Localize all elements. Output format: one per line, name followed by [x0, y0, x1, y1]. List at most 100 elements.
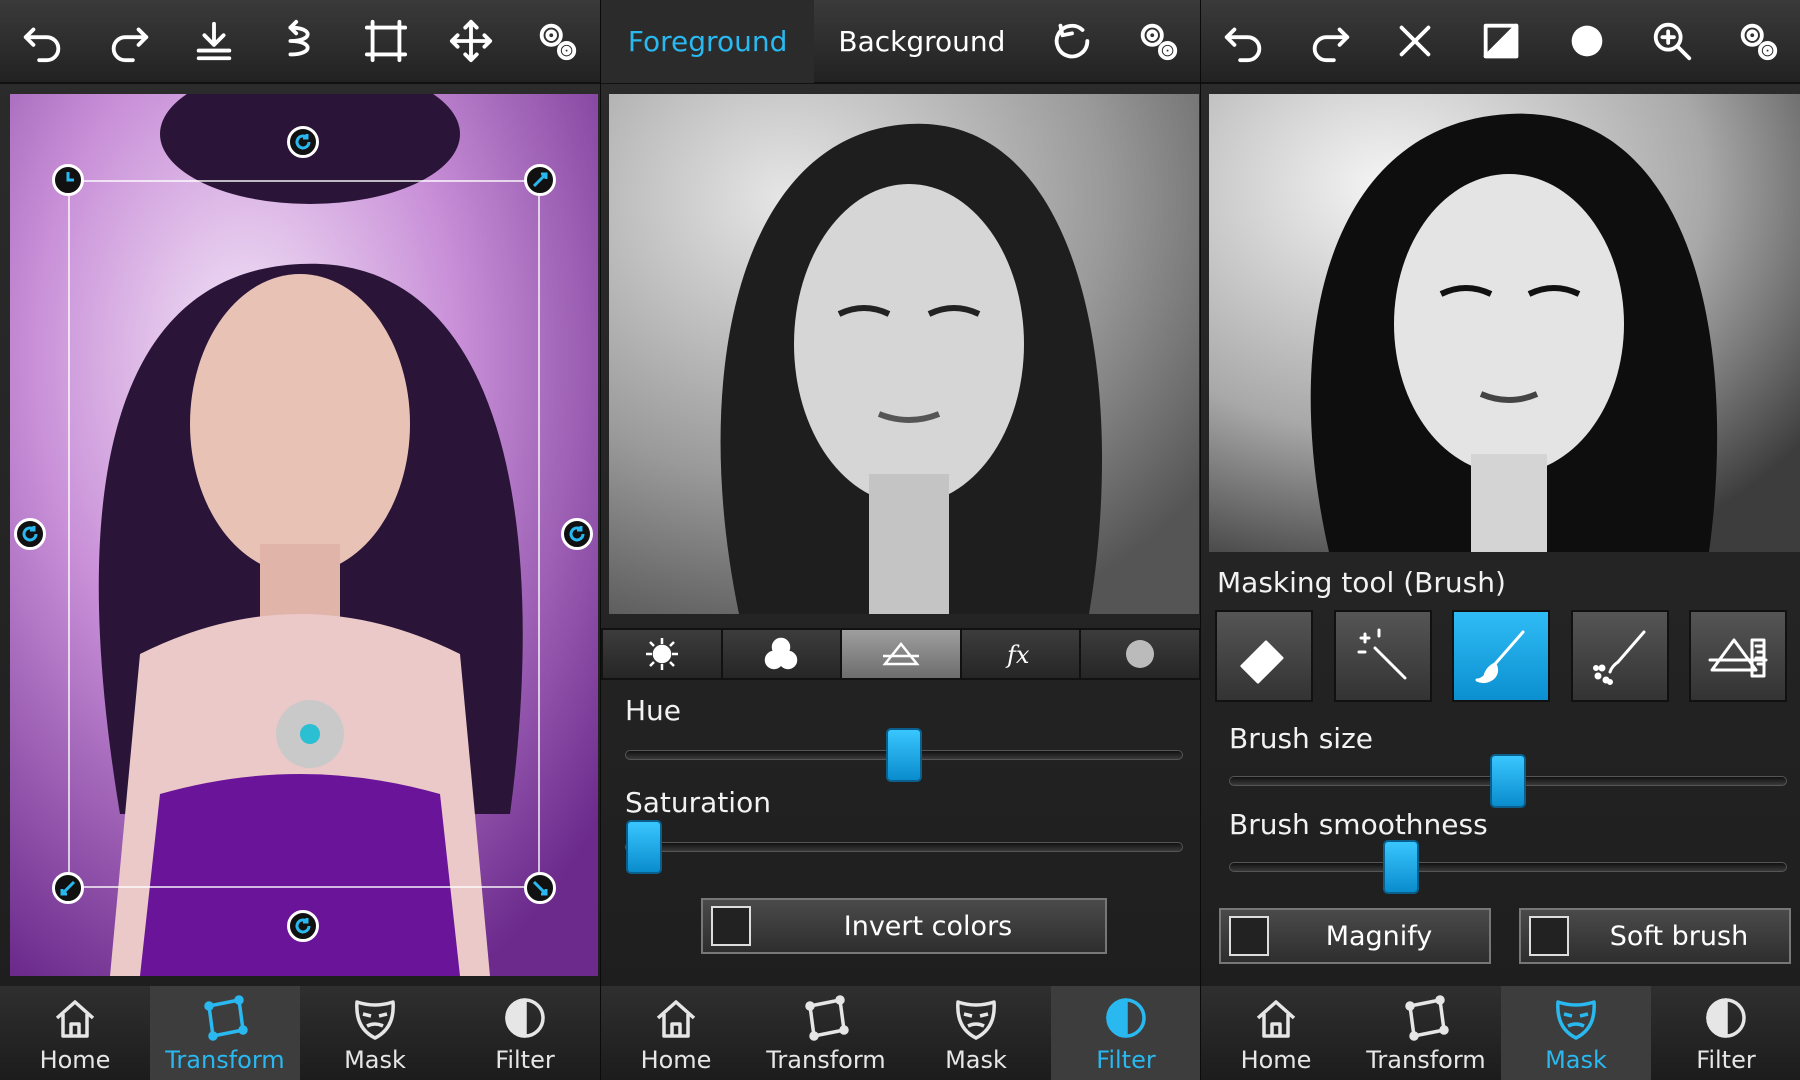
flip-icon [288, 19, 310, 57]
gradient-tool[interactable] [1689, 610, 1787, 702]
settings-icon [1740, 23, 1778, 61]
corner-handle-bottom-left[interactable] [52, 872, 84, 904]
rotate-icon [295, 918, 311, 934]
nav-mask[interactable]: Mask [901, 986, 1051, 1080]
tab-color[interactable] [723, 630, 843, 678]
fx-icon: fx [1005, 641, 1030, 669]
tab-foreground[interactable]: Foreground [601, 0, 815, 83]
invert-mask-icon [1483, 23, 1519, 59]
tab-background[interactable]: Background [814, 0, 1029, 83]
undo-button[interactable] [1201, 0, 1287, 83]
zoom-button[interactable] [1630, 0, 1716, 83]
reset-button[interactable] [1030, 0, 1116, 83]
settings-button[interactable] [1115, 0, 1200, 83]
nav-filter[interactable]: Filter [1651, 986, 1800, 1080]
home-icon [1256, 1000, 1296, 1038]
saturation-slider-track[interactable] [625, 842, 1183, 852]
brush-smoothness-slider-track[interactable] [1229, 862, 1787, 872]
soft-brush-toggle[interactable]: Soft brush [1519, 908, 1791, 964]
brightness-icon [645, 638, 678, 670]
transform-panel: Home Transform Mask Filter [0, 0, 600, 1080]
zoom-icon [1654, 22, 1692, 61]
brush-preview-button[interactable] [1544, 0, 1630, 83]
download-icon [197, 21, 232, 61]
bottom-navigation: Home Transform Mask Filter [1201, 986, 1800, 1080]
mask-icon [1556, 1000, 1596, 1040]
nav-transform[interactable]: Transform [751, 986, 901, 1080]
rotate-handle-left[interactable] [14, 518, 46, 550]
nav-filter[interactable]: Filter [450, 986, 600, 1080]
invert-mask-button[interactable] [1458, 0, 1544, 83]
nav-transform[interactable]: Transform [150, 986, 300, 1080]
nav-mask[interactable]: Mask [1501, 986, 1651, 1080]
brush-smoothness-label: Brush smoothness [1229, 808, 1488, 841]
nav-transform[interactable]: Transform [1351, 986, 1501, 1080]
settings-button[interactable] [514, 0, 600, 83]
tab-levels[interactable] [842, 630, 962, 678]
mask-toolbar [1201, 0, 1800, 84]
brush-size-slider-thumb[interactable] [1490, 754, 1526, 808]
mask-panel: Masking tool (Brush) Brush size Brush sm… [1200, 0, 1800, 1080]
soft-brush-checkbox[interactable] [1529, 916, 1569, 956]
rotate-handle-top[interactable] [287, 126, 319, 158]
invert-colors-label: Invert colors [843, 910, 1013, 942]
eraser-tool[interactable] [1215, 610, 1313, 702]
invert-colors-toggle[interactable]: Invert colors [701, 898, 1107, 954]
corner-handle-top-right[interactable] [524, 164, 556, 196]
redo-button[interactable] [86, 0, 172, 83]
nav-label: Transform [1366, 1046, 1486, 1074]
corner-handle-bottom-right[interactable] [524, 872, 556, 904]
brush-smoothness-slider-thumb[interactable] [1383, 840, 1419, 894]
levels-icon [882, 641, 920, 666]
corner-handle-top-left[interactable] [52, 164, 84, 196]
settings-icon [1140, 23, 1178, 61]
nav-label: Filter [495, 1046, 555, 1074]
nav-label: Home [1240, 1046, 1312, 1074]
flip-button[interactable] [257, 0, 343, 83]
rotate-handle-right[interactable] [561, 518, 593, 550]
undo-button[interactable] [0, 0, 86, 83]
spray-brush-tool[interactable] [1570, 610, 1669, 702]
masking-tools [1215, 610, 1787, 704]
nav-label: Transform [766, 1046, 886, 1074]
brush-icon [1475, 630, 1525, 684]
nav-mask[interactable]: Mask [300, 986, 450, 1080]
invert-colors-checkbox[interactable] [711, 906, 751, 946]
hue-slider-thumb[interactable] [886, 728, 922, 782]
nav-label: Mask [945, 1046, 1007, 1074]
saturation-slider-thumb[interactable] [626, 820, 662, 874]
transform-icon [805, 995, 849, 1041]
filter-panel: Foreground Background fx Hue Saturation … [600, 0, 1200, 1080]
saturation-label: Saturation [625, 786, 771, 819]
crop-button[interactable] [343, 0, 429, 83]
download-button[interactable] [171, 0, 257, 83]
magic-wand-tool[interactable] [1333, 610, 1432, 702]
undo-icon [1224, 27, 1262, 63]
settings-button[interactable] [1715, 0, 1800, 83]
nav-home[interactable]: Home [0, 986, 150, 1080]
brush-tool[interactable] [1452, 610, 1550, 702]
move-button[interactable] [429, 0, 515, 83]
foreground-photo[interactable] [609, 94, 1199, 614]
filter-toolbar: Foreground Background [601, 0, 1200, 84]
magnify-label: Magnify [1325, 920, 1433, 952]
redo-button[interactable] [1287, 0, 1373, 83]
filter-icon [1706, 998, 1746, 1038]
undo-icon [23, 27, 61, 63]
nav-label: Mask [1545, 1046, 1607, 1074]
nav-label: Mask [344, 1046, 406, 1074]
transform-frame[interactable] [68, 180, 540, 888]
tab-brightness[interactable] [603, 630, 723, 678]
rotate-handle-bottom[interactable] [287, 910, 319, 942]
tab-fx[interactable]: fx [962, 630, 1082, 678]
nav-filter[interactable]: Filter [1051, 986, 1200, 1080]
clear-mask-button[interactable] [1372, 0, 1458, 83]
nav-home[interactable]: Home [601, 986, 751, 1080]
spray-brush-icon [1592, 630, 1645, 685]
reset-icon [1055, 23, 1090, 59]
magnify-checkbox[interactable] [1229, 916, 1269, 956]
mask-photo[interactable] [1209, 94, 1800, 552]
nav-home[interactable]: Home [1201, 986, 1351, 1080]
magnify-toggle[interactable]: Magnify [1219, 908, 1491, 964]
tab-vignette[interactable] [1081, 630, 1199, 678]
